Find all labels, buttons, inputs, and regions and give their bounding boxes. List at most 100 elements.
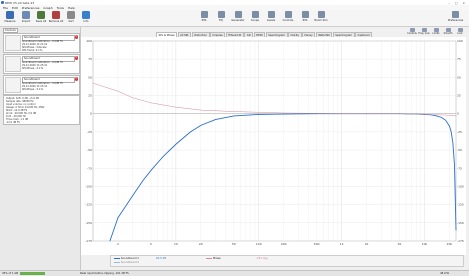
data-point-spl bbox=[109, 240, 111, 242]
gear-icon bbox=[451, 11, 459, 18]
menu-graph[interactable]: Graph bbox=[43, 6, 52, 10]
data-point-phase bbox=[150, 102, 152, 104]
y2-tick-label: -125 bbox=[457, 203, 464, 207]
limits-button[interactable]: Limits bbox=[430, 28, 442, 37]
rta2-button[interactable]: RTA bbox=[298, 11, 312, 25]
measurement-item[interactable]: Soundboard × Soundboard calibration - 0.… bbox=[3, 33, 80, 53]
freq-axis-button[interactable]: Freq. Axis bbox=[418, 28, 430, 37]
data-point-spl bbox=[162, 156, 164, 157]
y2-tick-label: -50 bbox=[457, 148, 462, 152]
y-tick-label: -25 bbox=[87, 130, 92, 134]
plot-controls-button[interactable]: Controls bbox=[406, 28, 418, 37]
menu-help[interactable]: Help bbox=[68, 6, 75, 10]
data-point-spl bbox=[117, 217, 119, 219]
data-point-phase bbox=[316, 113, 318, 114]
app-icon bbox=[1, 1, 4, 4]
status-bar: 35% of 1 GB Peak input before clipping -… bbox=[0, 270, 469, 276]
generator-icon bbox=[234, 11, 242, 18]
controls-button[interactable]: Controls bbox=[281, 11, 295, 25]
microphone-icon bbox=[6, 11, 14, 19]
x-tick-label: 20k bbox=[447, 242, 453, 246]
menu-edit[interactable]: Edit bbox=[12, 6, 18, 10]
x-tick-label: 1k bbox=[340, 242, 344, 246]
sort-icon bbox=[67, 11, 75, 19]
close-icon[interactable]: × bbox=[74, 56, 78, 60]
save-icon bbox=[37, 11, 45, 19]
scope-icon bbox=[251, 11, 259, 18]
rta-button[interactable]: RTA bbox=[197, 11, 211, 25]
import-button[interactable]: Import bbox=[18, 11, 34, 25]
x-tick-label: 5k bbox=[398, 242, 402, 246]
measurement-item[interactable]: Soundboard × Soundboard calibration - 0.… bbox=[3, 75, 80, 95]
preferences-button[interactable]: Preferences bbox=[448, 11, 463, 25]
clipping-status: Peak input before clipping -101 dB FS bbox=[80, 271, 129, 275]
window-controls[interactable]: – □ × bbox=[448, 1, 467, 5]
scope-button[interactable]: Scope bbox=[248, 11, 262, 25]
y2-tick-label: 100 bbox=[457, 39, 463, 43]
data-point-spl bbox=[430, 114, 432, 116]
legend-swatch bbox=[206, 257, 212, 259]
legend-swatch bbox=[114, 261, 120, 263]
data-point-phase bbox=[424, 114, 425, 115]
y2-tick-label: -25 bbox=[457, 130, 462, 134]
data-point-phase bbox=[233, 111, 235, 112]
y-tick-label: -150 bbox=[85, 221, 92, 225]
y-tick-label: 100 bbox=[86, 39, 92, 43]
measurement-item[interactable]: Soundboard × Soundboard calibration - 0.… bbox=[3, 54, 80, 74]
data-point-spl bbox=[132, 195, 133, 197]
data-point-spl bbox=[445, 119, 446, 121]
x-tick-label: 5 bbox=[150, 242, 152, 246]
y2-tick-label: 25 bbox=[457, 94, 461, 98]
remove-icon bbox=[52, 11, 60, 19]
window-title: REW V5.20 beta 43 bbox=[5, 0, 35, 5]
x-tick-label: 50 bbox=[232, 242, 236, 246]
legend-item-soundboard-2[interactable]: Soundboard 2 bbox=[114, 261, 139, 264]
data-point-phase bbox=[366, 113, 367, 115]
generator-button[interactable]: Generator bbox=[231, 11, 245, 25]
x-tick-label: 2 bbox=[117, 242, 119, 246]
measurements-panel: Controls Soundboard × Soundboard calibra… bbox=[0, 27, 81, 270]
info-button[interactable]: Info bbox=[78, 11, 94, 25]
menu-tools[interactable]: Tools bbox=[57, 6, 64, 10]
y2-tick-label: 50 bbox=[457, 75, 461, 79]
levels-button[interactable]: Levels bbox=[264, 11, 278, 25]
lock-button[interactable]: Lock bbox=[454, 28, 466, 37]
y-tick-label: 75 bbox=[88, 57, 92, 61]
graph-area[interactable]: 100 100 75 75 50 50 25 25 0 0 -25 -25 -50 -50 -75 -75 -1… bbox=[81, 37, 466, 255]
measurement-thumbnail bbox=[5, 35, 21, 51]
spl-phase-chart[interactable]: 100 10075 7550 5025 250 0-25 -25-50 -50-75 -75-1… bbox=[81, 37, 466, 255]
close-icon[interactable]: × bbox=[74, 77, 78, 81]
data-point-phase bbox=[132, 97, 133, 99]
room-sim-button[interactable]: Room Sim bbox=[314, 11, 328, 25]
smooth-button[interactable]: Smooth bbox=[442, 28, 454, 37]
measure-button[interactable]: Measure bbox=[2, 11, 18, 25]
save-all-button[interactable]: Save All bbox=[33, 11, 49, 25]
sample-rate-status: 48 kHz bbox=[440, 271, 449, 275]
x-tick-label: 200 bbox=[281, 242, 287, 246]
measurement-thumbnail bbox=[5, 77, 21, 93]
x-tick-label: 10k bbox=[422, 242, 428, 246]
plot-frame bbox=[92, 40, 457, 242]
legend-item-soundboard-1[interactable]: Soundboard 1 bbox=[114, 257, 139, 260]
y-tick-label: 25 bbox=[88, 94, 92, 98]
remove-all-button[interactable]: Remove All bbox=[48, 11, 64, 25]
data-point-spl bbox=[175, 143, 177, 145]
data-point-spl bbox=[200, 125, 202, 126]
series-line-spl bbox=[109, 113, 457, 242]
eq-icon bbox=[217, 11, 225, 18]
rta2-icon bbox=[301, 11, 309, 18]
menu-preferences[interactable]: Preferences bbox=[22, 6, 40, 10]
controls-icon bbox=[284, 11, 292, 18]
info-icon bbox=[82, 11, 90, 19]
close-icon[interactable]: × bbox=[74, 35, 78, 39]
sort-button[interactable]: Sort bbox=[63, 11, 79, 25]
legend-item-phase[interactable]: Phase bbox=[206, 257, 221, 260]
menu-file[interactable]: File bbox=[3, 6, 8, 10]
levels-icon bbox=[267, 11, 275, 18]
y-tick-label: -75 bbox=[87, 166, 92, 170]
room-sim-icon bbox=[317, 11, 325, 18]
legend-panel: Soundboard 1 91.5 dB Phase -181 deg Soun… bbox=[110, 255, 464, 267]
eq-button[interactable]: EQ bbox=[214, 11, 228, 25]
data-point-phase bbox=[341, 113, 342, 115]
data-point-spl bbox=[283, 113, 285, 115]
